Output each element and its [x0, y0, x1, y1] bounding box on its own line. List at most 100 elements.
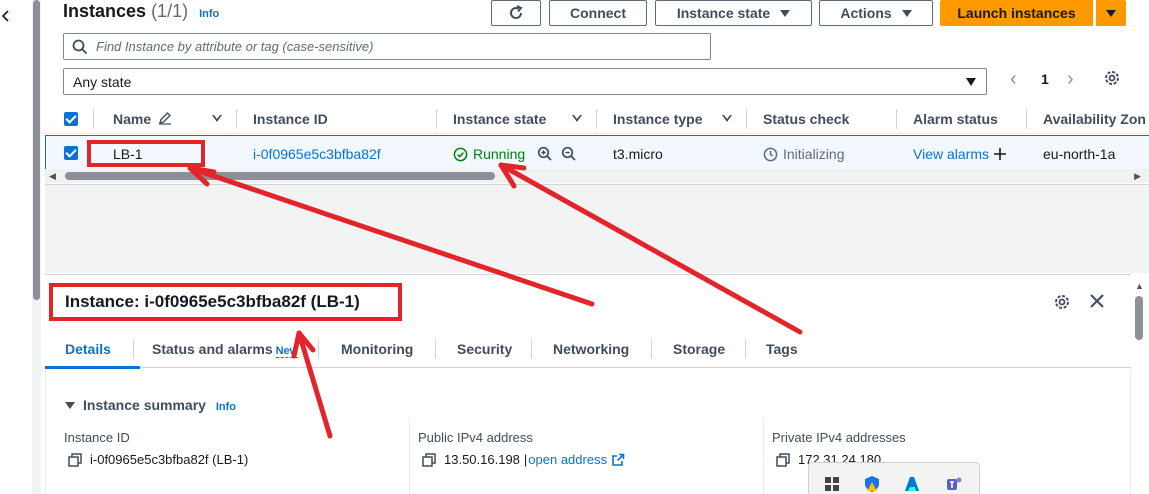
search-icon	[72, 39, 88, 54]
next-page-icon[interactable]: ›	[1067, 68, 1074, 91]
left-rail	[0, 0, 30, 494]
nav-scrollbar-thumb[interactable]	[33, 0, 40, 300]
actions-button[interactable]: Actions	[819, 0, 933, 26]
tab-details[interactable]: Details	[65, 341, 111, 357]
copy-icon[interactable]	[68, 452, 82, 467]
open-address-link[interactable]: open address	[528, 452, 607, 467]
column-header-alarm-status[interactable]: Alarm status	[913, 111, 998, 127]
tab-tags[interactable]: Tags	[766, 341, 798, 357]
tab-status-and-alarms[interactable]: Status and alarms New	[152, 341, 299, 358]
status-check-label: Initializing	[783, 146, 845, 162]
instance-state-button[interactable]: Instance state	[655, 0, 812, 26]
caret-down-icon	[780, 9, 791, 17]
column-header-instance-state[interactable]: Instance state	[453, 111, 546, 127]
azure-icon[interactable]	[903, 475, 921, 493]
gear-icon[interactable]	[1103, 69, 1121, 87]
cell-instance-id-link[interactable]: i-0f0965e5c3bfba82f	[253, 146, 381, 162]
tab-divider	[651, 339, 652, 359]
instance-summary-toggle[interactable]: Instance summary Info	[65, 397, 236, 413]
cell-instance-state: Running	[453, 146, 577, 162]
shield-warning-icon[interactable]	[863, 475, 881, 493]
launch-label: Launch instances	[957, 5, 1076, 21]
instance-count: (1/1)	[151, 1, 189, 21]
search-input[interactable]	[96, 39, 656, 54]
launch-instances-button[interactable]: Launch instances	[940, 0, 1093, 26]
scroll-right-icon[interactable]: ▶	[1134, 171, 1141, 182]
tab-monitoring[interactable]: Monitoring	[341, 341, 413, 357]
plus-icon[interactable]	[993, 147, 1007, 161]
connect-button[interactable]: Connect	[549, 0, 647, 26]
sort-icon[interactable]	[572, 115, 582, 122]
external-link-icon[interactable]	[611, 453, 625, 467]
row-checkbox[interactable]	[64, 146, 78, 160]
column-header-instance-type[interactable]: Instance type	[613, 111, 702, 127]
refresh-icon	[510, 5, 523, 19]
tab-label: Status and alarms	[152, 341, 273, 357]
column-divider	[746, 109, 747, 129]
info-link[interactable]: Info	[216, 401, 236, 413]
table-horizontal-scrollbar[interactable]: ◀ ▶	[45, 169, 1149, 183]
state-filter-select[interactable]: Any state	[63, 68, 987, 95]
scrollbar-thumb[interactable]	[1135, 296, 1143, 340]
nav-scrollbar[interactable]	[32, 0, 41, 494]
close-icon[interactable]	[1088, 292, 1106, 310]
sort-icon[interactable]	[722, 115, 732, 122]
current-page[interactable]: 1	[1041, 71, 1049, 87]
column-header-instance-id[interactable]: Instance ID	[253, 111, 328, 127]
scroll-up-icon[interactable]: ▲	[1135, 281, 1144, 291]
instance-id-value: i-0f0965e5c3bfba82f (LB-1)	[90, 452, 249, 467]
search-box[interactable]	[63, 33, 711, 60]
field-label: Public IPv4 address	[418, 430, 533, 445]
column-divider	[896, 109, 897, 129]
caret-down-icon	[65, 402, 75, 409]
teams-icon[interactable]	[945, 475, 963, 493]
tab-security[interactable]: Security	[457, 341, 512, 357]
column-divider	[236, 109, 237, 129]
separator: |	[523, 452, 528, 467]
view-alarms-link[interactable]: View alarms	[913, 146, 989, 162]
chevron-left-icon[interactable]	[0, 6, 12, 26]
state-filter-value: Any state	[73, 73, 132, 90]
zoom-out-icon[interactable]	[561, 146, 577, 162]
previous-page-icon[interactable]: ‹	[1010, 68, 1017, 91]
copy-icon[interactable]	[776, 452, 790, 467]
page-title: Instances (1/1) Info	[63, 1, 219, 22]
column-divider	[596, 109, 597, 129]
caret-down-icon	[966, 78, 976, 86]
instance-state-label: Instance state	[676, 5, 771, 21]
column-divider	[763, 418, 764, 494]
app-grid-icon[interactable]	[823, 475, 841, 493]
field-value-public-ip: 13.50.16.198 | open address	[422, 452, 625, 467]
info-link[interactable]: Info	[199, 8, 219, 20]
clock-icon	[763, 147, 778, 161]
column-header-availability-zone[interactable]: Availability Zon	[1043, 111, 1146, 127]
zoom-in-icon[interactable]	[537, 146, 553, 162]
table-header: Name Instance ID Instance state Instance…	[45, 104, 1149, 134]
caret-down-icon	[901, 9, 912, 17]
tab-divider	[745, 339, 746, 359]
refresh-button[interactable]	[491, 0, 541, 26]
column-header-name[interactable]: Name	[113, 111, 172, 127]
copy-icon[interactable]	[422, 452, 436, 467]
cell-status-check: Initializing	[763, 146, 844, 162]
select-all-checkbox[interactable]	[64, 112, 78, 126]
field-label: Private IPv4 addresses	[772, 430, 906, 445]
table-row[interactable]: LB-1 i-0f0965e5c3bfba82f Running t3.micr…	[45, 135, 1149, 171]
column-header-status-check[interactable]: Status check	[763, 111, 849, 127]
caret-down-icon	[1106, 9, 1116, 17]
tab-storage[interactable]: Storage	[673, 341, 725, 357]
tab-divider	[435, 339, 436, 359]
details-vertical-scrollbar[interactable]: ▲	[1131, 274, 1149, 494]
column-divider	[436, 109, 437, 129]
connect-label: Connect	[570, 5, 626, 21]
actions-label: Actions	[840, 5, 892, 21]
gear-icon[interactable]	[1053, 293, 1071, 311]
cell-availability-zone: eu-north-1a	[1043, 146, 1116, 162]
annotation-box-name	[87, 140, 205, 167]
scroll-left-icon[interactable]: ◀	[49, 171, 56, 182]
scrollbar-thumb[interactable]	[65, 172, 495, 180]
sort-icon[interactable]	[212, 115, 222, 122]
tab-networking[interactable]: Networking	[553, 341, 629, 357]
launch-dropdown-button[interactable]	[1096, 0, 1126, 26]
field-label: Instance ID	[64, 430, 130, 445]
